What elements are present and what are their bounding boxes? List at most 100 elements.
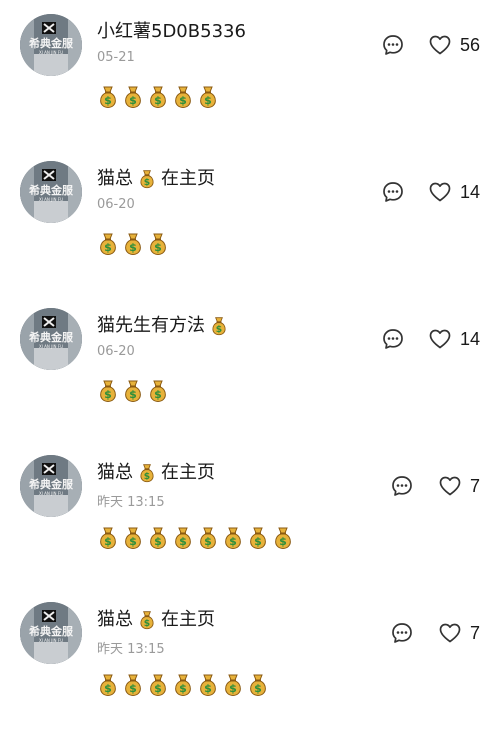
svg-text:$: $ [104, 535, 112, 548]
svg-text:$: $ [129, 241, 137, 254]
svg-text:$: $ [216, 324, 222, 335]
money-bag-icon: $ [175, 86, 191, 109]
like-button[interactable]: 7 [438, 619, 480, 647]
svg-text:$: $ [204, 682, 212, 695]
money-bag-icon: $ [140, 611, 154, 630]
money-bag-icon: $ [100, 527, 116, 550]
svg-text:$: $ [229, 535, 237, 548]
comment-content: $ $ $ $ $ $ $ $ [97, 526, 294, 550]
svg-text:$: $ [104, 388, 112, 401]
like-count: 56 [460, 34, 481, 55]
money-bag-icon: $ [125, 527, 141, 550]
money-bag-icon: $ [140, 464, 154, 483]
username-text: 小红薯5D0B5336 [97, 21, 246, 42]
heart-icon [429, 329, 451, 349]
svg-text:$: $ [229, 682, 237, 695]
svg-text:$: $ [129, 94, 137, 107]
like-button[interactable]: 14 [428, 178, 480, 206]
avatar[interactable]: 希典金服 XI AN JIN FU [20, 602, 82, 664]
username-suffix: 在主页 [161, 168, 215, 189]
username[interactable]: 猫总 $ 在主页 [97, 608, 215, 632]
comment-content: $ $ $ [97, 379, 169, 403]
svg-text:$: $ [279, 535, 287, 548]
timestamp: 昨天 13:15 [97, 495, 165, 510]
svg-text:希典金服: 希典金服 [28, 183, 74, 197]
svg-text:$: $ [144, 618, 150, 629]
like-count: 14 [460, 328, 481, 349]
svg-text:XI AN JIN FU: XI AN JIN FU [39, 197, 63, 202]
svg-text:$: $ [179, 535, 187, 548]
username-suffix: 在主页 [161, 462, 215, 483]
svg-text:XI AN JIN FU: XI AN JIN FU [39, 638, 63, 643]
avatar[interactable]: 希典金服 XI AN JIN FU [20, 455, 82, 517]
username-text: 猫总 [97, 462, 133, 483]
like-button[interactable]: 56 [428, 31, 480, 59]
money-bag-icon: $ [150, 86, 166, 109]
comment-content: $ $ $ $ $ [97, 85, 219, 109]
comment-item: 希典金服 XI AN JIN FU 猫总 $ 在主页 昨天 13:15 7 $ … [0, 441, 500, 581]
comment-list: 希典金服 XI AN JIN FU 小红薯5D0B5336 05-21 56 $… [0, 0, 500, 729]
heart-icon [439, 623, 461, 643]
avatar[interactable]: 希典金服 XI AN JIN FU [20, 308, 82, 370]
avatar[interactable]: 希典金服 XI AN JIN FU [20, 14, 82, 76]
money-bag-icon: $ [125, 86, 141, 109]
svg-text:$: $ [104, 94, 112, 107]
username-text: 猫总 [97, 168, 133, 189]
avatar[interactable]: 希典金服 XI AN JIN FU [20, 161, 82, 223]
like-count: 7 [470, 475, 481, 496]
money-bag-icon: $ [140, 170, 154, 189]
money-bag-icon: $ [125, 233, 141, 256]
money-bag-icon: $ [250, 527, 266, 550]
money-bag-icon: $ [225, 527, 241, 550]
username-suffix: 在主页 [161, 609, 215, 630]
username-text: 猫先生有方法 [97, 315, 205, 336]
svg-text:XI AN JIN FU: XI AN JIN FU [39, 491, 63, 496]
like-button[interactable]: 14 [428, 325, 480, 353]
username[interactable]: 猫总 $ 在主页 [97, 461, 215, 485]
svg-text:$: $ [204, 535, 212, 548]
heart-icon [429, 182, 451, 202]
username[interactable]: 猫先生有方法 $ [97, 314, 233, 338]
comment-bubble-icon[interactable] [381, 33, 405, 57]
svg-text:$: $ [154, 535, 162, 548]
money-bag-icon: $ [175, 527, 191, 550]
username[interactable]: 猫总 $ 在主页 [97, 167, 215, 191]
svg-text:希典金服: 希典金服 [28, 330, 74, 344]
svg-text:希典金服: 希典金服 [28, 624, 74, 638]
money-bag-icon: $ [200, 527, 216, 550]
money-bag-icon: $ [100, 86, 116, 109]
svg-text:$: $ [179, 94, 187, 107]
heart-icon [429, 35, 451, 55]
svg-text:$: $ [254, 682, 262, 695]
comment-bubble-icon[interactable] [390, 621, 414, 645]
comment-item: 希典金服 XI AN JIN FU 猫总 $ 在主页 昨天 13:15 7 $ … [0, 588, 500, 728]
money-bag-icon: $ [212, 317, 226, 336]
svg-text:$: $ [204, 94, 212, 107]
money-bag-icon: $ [100, 233, 116, 256]
timestamp: 05-21 [97, 50, 135, 65]
timestamp: 06-20 [97, 344, 135, 359]
svg-text:$: $ [144, 471, 150, 482]
username[interactable]: 小红薯5D0B5336 [97, 20, 246, 44]
comment-bubble-icon[interactable] [390, 474, 414, 498]
money-bag-icon: $ [100, 674, 116, 697]
svg-text:希典金服: 希典金服 [28, 477, 74, 491]
money-bag-icon: $ [150, 233, 166, 256]
svg-text:$: $ [129, 388, 137, 401]
heart-icon [439, 476, 461, 496]
svg-text:$: $ [254, 535, 262, 548]
like-button[interactable]: 7 [438, 472, 480, 500]
svg-text:$: $ [129, 682, 137, 695]
comment-bubble-icon[interactable] [381, 327, 405, 351]
svg-text:$: $ [154, 388, 162, 401]
svg-text:XI AN JIN FU: XI AN JIN FU [39, 344, 63, 349]
username-text: 猫总 [97, 609, 133, 630]
svg-text:$: $ [104, 682, 112, 695]
timestamp: 06-20 [97, 197, 135, 212]
svg-text:$: $ [154, 682, 162, 695]
money-bag-icon: $ [125, 674, 141, 697]
comment-bubble-icon[interactable] [381, 180, 405, 204]
svg-text:希典金服: 希典金服 [28, 36, 74, 50]
svg-text:$: $ [179, 682, 187, 695]
comment-content: $ $ $ [97, 232, 169, 256]
